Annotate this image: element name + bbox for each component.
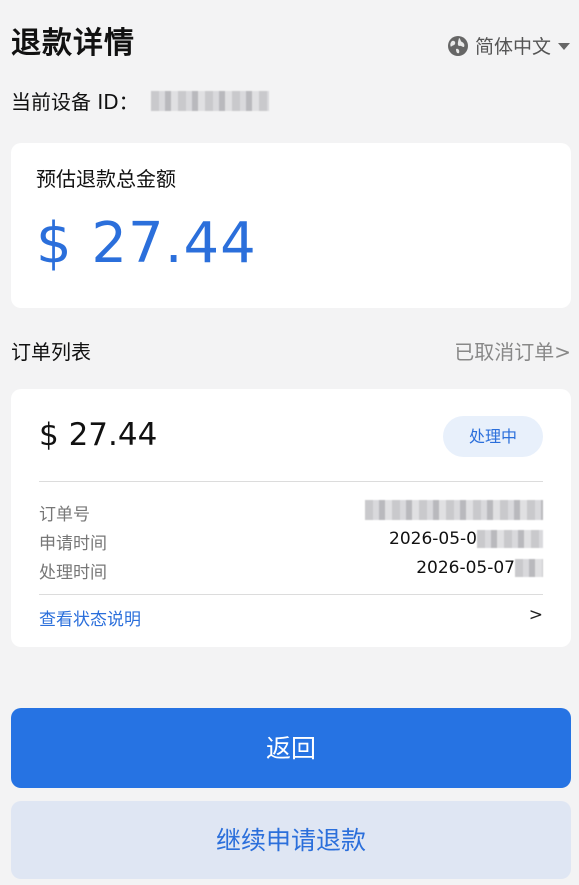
device-id-value-redacted <box>150 90 269 111</box>
process-time-label: 处理时间 <box>39 563 107 583</box>
refund-details-page: 退款详情 简体中文 当前设备 ID： 预估退款总金额 $ 27.44 订单列表 … <box>0 0 579 885</box>
process-time-text: 2026-05-07 <box>416 558 515 578</box>
apply-time-value: 2026-05-0 <box>389 529 543 549</box>
divider <box>39 594 543 595</box>
status-explanation-link[interactable]: 查看状态说明 > <box>39 605 543 630</box>
continue-refund-button[interactable]: 继续申请退款 <box>11 801 571 879</box>
status-badge: 处理中 <box>443 416 543 457</box>
device-id-row: 当前设备 ID： <box>11 86 269 115</box>
refund-total-amount: $ 27.44 <box>36 211 257 276</box>
order-number-row: 订单号 <box>39 500 543 525</box>
order-number-label: 订单号 <box>39 505 90 525</box>
caret-down-icon <box>557 41 571 51</box>
refund-total-label: 预估退款总金额 <box>36 167 176 191</box>
globe-icon <box>447 35 469 57</box>
order-amount: $ 27.44 <box>39 417 158 453</box>
apply-time-row: 申请时间 2026-05-0 <box>39 529 543 554</box>
divider <box>39 481 543 482</box>
order-number-value <box>365 500 543 520</box>
orders-header: 订单列表 已取消订单> <box>11 336 571 366</box>
apply-time-redacted <box>477 530 543 548</box>
page-title: 退款详情 <box>11 26 135 61</box>
chevron-right-icon: > <box>528 605 543 625</box>
language-label: 简体中文 <box>474 36 551 58</box>
back-button[interactable]: 返回 <box>11 708 571 788</box>
language-selector[interactable]: 简体中文 <box>447 32 571 59</box>
process-time-value: 2026-05-07 <box>416 558 543 578</box>
process-time-redacted <box>515 559 543 577</box>
order-number-redacted <box>365 500 543 520</box>
header: 退款详情 简体中文 <box>11 18 571 62</box>
apply-time-text: 2026-05-0 <box>389 529 477 549</box>
process-time-row: 处理时间 2026-05-07 <box>39 558 543 583</box>
status-explanation-label: 查看状态说明 <box>39 610 141 630</box>
order-card: $ 27.44 处理中 订单号 申请时间 2026-05-0 处理时间 2026… <box>11 389 571 647</box>
apply-time-label: 申请时间 <box>39 534 107 554</box>
canceled-orders-link[interactable]: 已取消订单> <box>454 336 571 365</box>
orders-title: 订单列表 <box>11 340 91 364</box>
device-id-label: 当前设备 ID： <box>11 90 139 114</box>
refund-summary-card: 预估退款总金额 $ 27.44 <box>11 143 571 308</box>
